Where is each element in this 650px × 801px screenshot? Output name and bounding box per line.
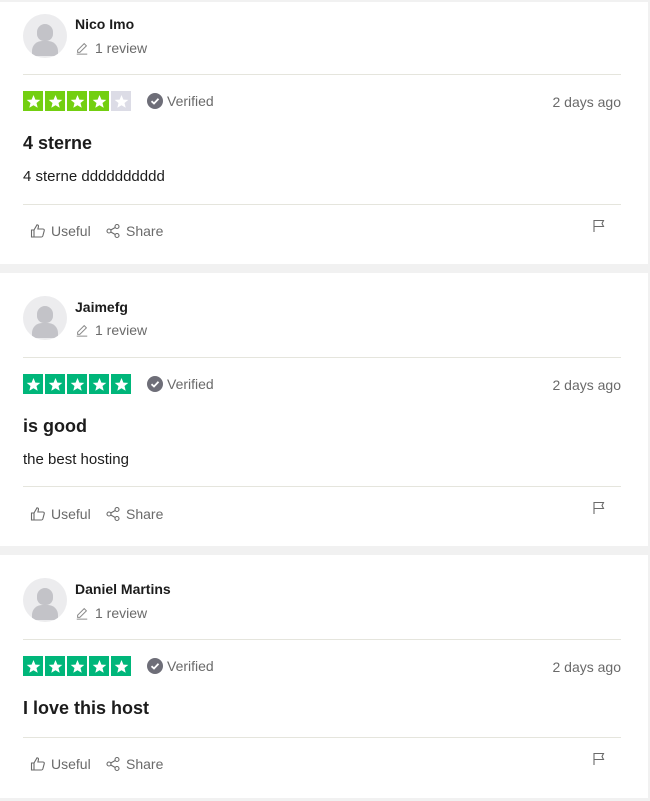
flag-icon[interactable]	[592, 752, 606, 766]
verified-label: Verified	[167, 93, 214, 109]
thumbs-up-icon	[30, 757, 45, 771]
review-count-label: 1 review	[95, 605, 148, 621]
star-filled	[111, 656, 131, 676]
review-date: 2 days ago	[552, 377, 622, 393]
avatar[interactable]	[23, 578, 67, 622]
useful-button[interactable]: Useful	[30, 223, 91, 239]
share-button[interactable]: Share	[105, 756, 163, 772]
divider	[23, 204, 621, 205]
useful-button[interactable]: Useful	[30, 756, 91, 772]
star-filled	[23, 656, 43, 676]
star-filled	[45, 91, 65, 111]
divider	[23, 74, 621, 75]
star-rating	[23, 91, 131, 111]
thumbs-up-icon	[30, 224, 45, 238]
review-count: 1 review	[75, 40, 147, 56]
review-card: Jaimefg 1 review Verified 2 days ago is …	[0, 273, 648, 546]
review-text: 4 sterne dddddddddd	[23, 168, 165, 185]
star-filled	[23, 91, 43, 111]
verified-badge[interactable]: Verified	[147, 376, 214, 392]
star-filled	[67, 374, 87, 394]
verified-label: Verified	[167, 376, 214, 392]
check-circle-icon	[147, 93, 163, 109]
verified-badge[interactable]: Verified	[147, 93, 214, 109]
review-count: 1 review	[75, 605, 147, 621]
pencil-icon	[76, 42, 88, 55]
share-label: Share	[126, 756, 164, 772]
useful-label: Useful	[51, 756, 91, 772]
review-card: Daniel Martins 1 review Verified 2 days …	[0, 555, 648, 798]
star-filled	[45, 656, 65, 676]
review-title[interactable]: 4 sterne	[23, 133, 92, 154]
divider	[23, 737, 621, 738]
review-count: 1 review	[75, 322, 147, 338]
avatar[interactable]	[23, 14, 67, 58]
check-circle-icon	[147, 658, 163, 674]
star-filled	[89, 656, 109, 676]
reviewer-name[interactable]: Jaimefg	[75, 299, 128, 315]
check-circle-icon	[147, 376, 163, 392]
pencil-icon	[76, 324, 88, 337]
thumbs-up-icon	[30, 507, 45, 521]
share-button[interactable]: Share	[105, 223, 163, 239]
share-button[interactable]: Share	[105, 506, 163, 522]
useful-label: Useful	[51, 223, 91, 239]
review-date: 2 days ago	[552, 659, 622, 675]
verified-badge[interactable]: Verified	[147, 658, 214, 674]
avatar[interactable]	[23, 296, 67, 340]
star-filled	[89, 91, 109, 111]
star-filled	[67, 656, 87, 676]
star-filled	[67, 91, 87, 111]
share-icon	[106, 223, 120, 239]
share-label: Share	[126, 506, 164, 522]
share-icon	[106, 506, 120, 522]
reviewer-name[interactable]: Nico Imo	[75, 16, 134, 32]
review-text: the best hosting	[23, 451, 129, 468]
share-label: Share	[126, 223, 164, 239]
pencil-icon	[76, 607, 88, 620]
review-date: 2 days ago	[552, 94, 622, 110]
star-filled	[111, 374, 131, 394]
share-icon	[106, 756, 120, 772]
flag-icon[interactable]	[592, 219, 606, 233]
star-rating	[23, 656, 131, 676]
divider	[23, 486, 621, 487]
review-title[interactable]: I love this host	[23, 698, 149, 719]
review-count-label: 1 review	[95, 322, 148, 338]
star-filled	[45, 374, 65, 394]
star-rating	[23, 374, 131, 394]
review-card: Nico Imo 1 review Verified 2 days ago 4 …	[0, 2, 648, 264]
divider	[23, 357, 621, 358]
star-filled	[23, 374, 43, 394]
reviewer-name[interactable]: Daniel Martins	[75, 581, 171, 597]
useful-label: Useful	[51, 506, 91, 522]
review-title[interactable]: is good	[23, 416, 87, 437]
review-count-label: 1 review	[95, 40, 148, 56]
divider	[23, 639, 621, 640]
star-empty	[111, 91, 131, 111]
verified-label: Verified	[167, 658, 214, 674]
star-filled	[89, 374, 109, 394]
useful-button[interactable]: Useful	[30, 506, 91, 522]
flag-icon[interactable]	[592, 501, 606, 515]
